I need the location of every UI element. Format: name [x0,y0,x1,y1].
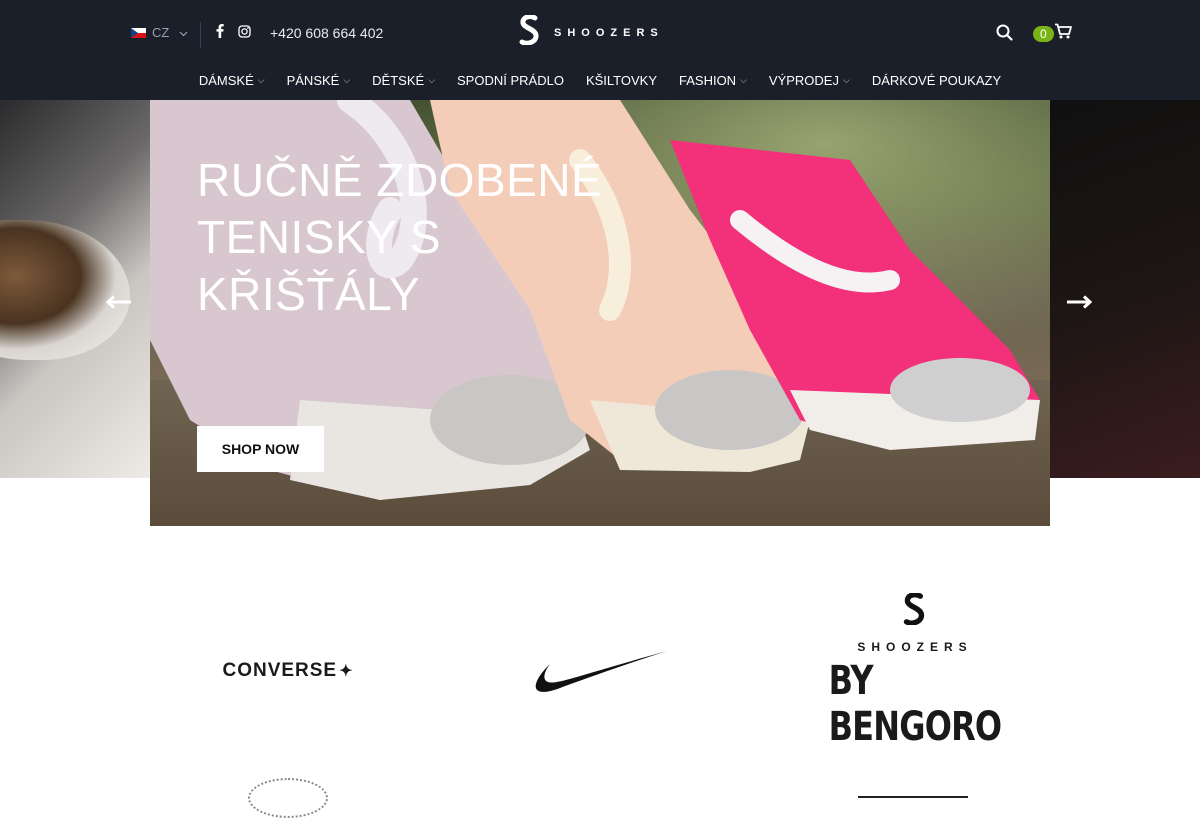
brand-nike[interactable] [530,645,670,701]
brand-logo-partial[interactable] [248,778,328,818]
nav-item-darkove-poukazy[interactable]: DÁRKOVÉ POUKAZY [861,70,1012,91]
site-logo[interactable]: SHOOZERS [518,14,664,50]
brand-shoozers-by-bengoro[interactable]: SHOOZERS BY BENGORO [820,591,1010,750]
shoozers-wordmark: SHOOZERS [857,639,973,654]
nike-swoosh-icon [535,651,667,692]
chevron-down-icon: ⌵ [257,75,265,85]
facebook-icon[interactable] [216,24,224,43]
chevron-down-icon: ⌵ [740,75,747,85]
nav-item-vyprodej[interactable]: VÝPRODEJ ⌵ [758,70,861,91]
logo-s-icon [518,14,542,50]
converse-logo-text: CONVERSE [222,660,338,681]
nav-label: FASHION [679,73,737,88]
nav-label: SPODNÍ PRÁDLO [457,73,564,88]
site-header: CZ +420 608 664 402 SHOOZERS 0 DÁMSKÉ ⌵ … [0,0,1200,100]
chevron-down-icon: ⌵ [842,75,850,85]
main-navigation: DÁMSKÉ ⌵ PÁNSKÉ ⌵ DĚTSKÉ ⌵ SPODNÍ PRÁDLO KŠ… [0,70,1200,91]
top-bar: CZ +420 608 664 402 SHOOZERS 0 [0,0,1200,64]
nav-item-panske[interactable]: PÁNSKÉ ⌵ [276,70,362,91]
brand-converse[interactable]: CONVERSE ✦ [218,656,358,686]
shoozers-s-icon [902,591,928,630]
arrow-right-icon[interactable] [1066,286,1093,314]
chevron-down-icon: ⌵ [428,75,436,85]
cart-button[interactable]: 0 [1033,23,1072,44]
czech-flag-icon [131,27,146,38]
social-links [216,24,251,43]
instagram-icon[interactable] [238,24,251,43]
nav-item-ksiltovky[interactable]: KŠILTOVKY [575,70,668,91]
nav-label: PÁNSKÉ [286,73,340,88]
cart-icon [1054,23,1072,44]
nav-item-spodni-pradlo[interactable]: SPODNÍ PRÁDLO [446,70,575,91]
logo-text: SHOOZERS [554,26,664,39]
shop-now-button[interactable]: SHOP NOW [197,426,324,472]
language-code: CZ [152,25,170,40]
arrow-left-icon[interactable] [105,286,132,314]
chevron-down-icon [179,25,188,40]
brand-logo-partial[interactable] [858,796,968,806]
top-divider [200,22,201,48]
nav-label: VÝPRODEJ [768,73,839,88]
nav-label: KŠILTOVKY [585,73,657,88]
hero-title: RUČNĚ ZDOBENÉ TENISKY S KŘIŠŤÁLY [197,154,603,320]
nav-item-detske[interactable]: DĚTSKÉ ⌵ [361,70,446,91]
phone-number[interactable]: +420 608 664 402 [270,25,383,41]
by-bengoro-text: BY BENGORO [828,657,1003,750]
nav-label: DÁMSKÉ [198,73,254,88]
nav-label: DĚTSKÉ [372,73,425,88]
nav-item-fashion[interactable]: FASHION ⌵ [668,70,758,91]
converse-star-icon: ✦ [339,663,354,680]
cart-count-badge: 0 [1033,25,1054,42]
nav-item-damske[interactable]: DÁMSKÉ ⌵ [188,70,276,91]
chevron-down-icon: ⌵ [343,75,351,85]
language-selector[interactable]: CZ [131,25,188,40]
hero-slide: RUČNĚ ZDOBENÉ TENISKY S KŘIŠŤÁLY SHOP NO… [150,100,1050,526]
nav-label: DÁRKOVÉ POUKAZY [871,73,1002,88]
search-icon[interactable] [996,24,1013,46]
